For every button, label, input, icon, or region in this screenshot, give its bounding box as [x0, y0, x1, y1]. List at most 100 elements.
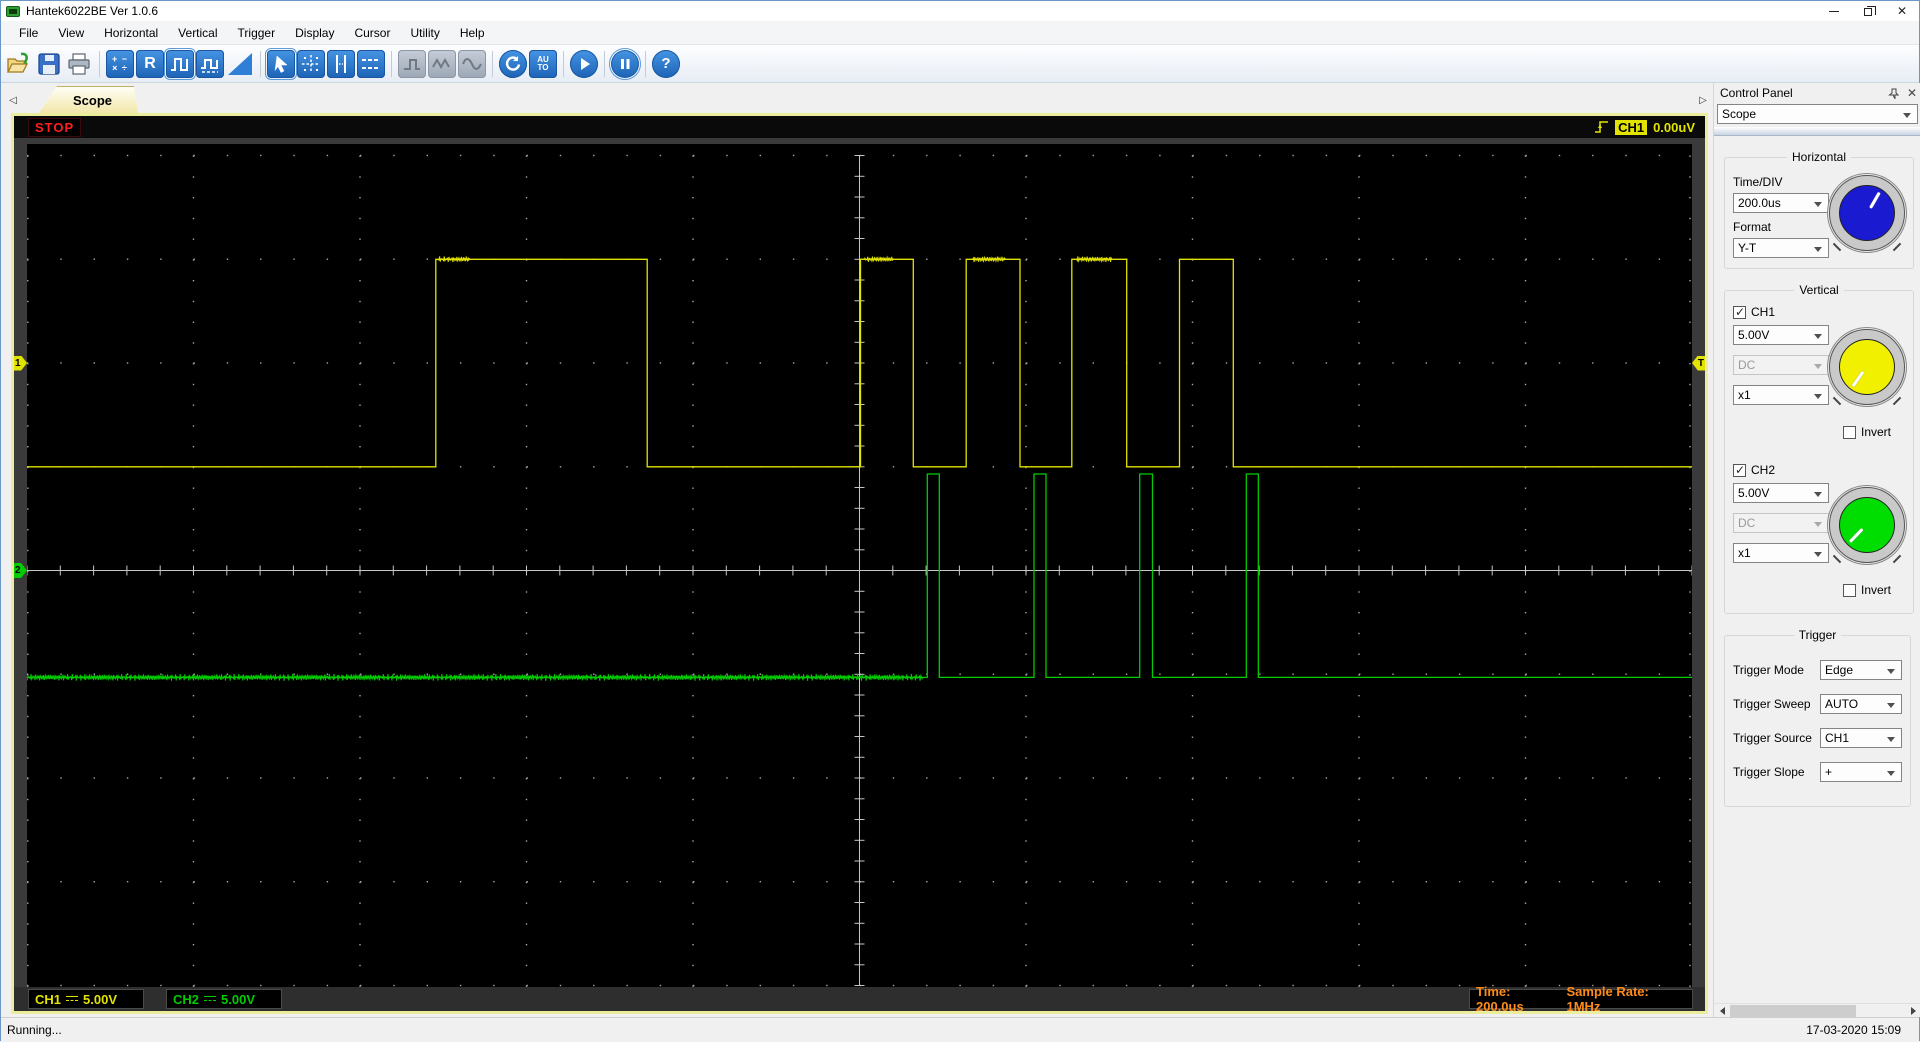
ch2-checkbox-label: CH2 [1751, 463, 1775, 477]
refresh-button[interactable] [499, 50, 527, 78]
time-div-select[interactable]: 200.0us [1733, 193, 1829, 213]
format-select[interactable]: Y-T [1733, 238, 1829, 258]
ch2-volts-select[interactable]: 5.00V [1733, 483, 1829, 503]
cursor-vertical-button[interactable] [327, 50, 355, 78]
waveform-average-button[interactable] [196, 50, 224, 78]
panel-mode-select[interactable]: Scope [1717, 104, 1918, 124]
save-button[interactable] [35, 50, 63, 78]
menu-vertical[interactable]: Vertical [168, 23, 227, 43]
scroll-left-button[interactable] [1714, 1004, 1730, 1018]
persistence-button[interactable] [226, 50, 254, 78]
menu-view[interactable]: View [48, 23, 94, 43]
scope-bottom-bar: CH1 5.00V CH2 5.00V Time: 200.0us [14, 987, 1705, 1011]
ch2-dc-coupling-icon [204, 996, 216, 1003]
panel-close-icon[interactable]: ✕ [1907, 86, 1917, 100]
ch1-zero-marker[interactable]: 1 [14, 356, 27, 371]
trigger-sweep-select[interactable]: AUTO [1820, 694, 1902, 714]
trigger-level-marker[interactable]: T [1692, 356, 1705, 371]
pause-icon [615, 54, 635, 74]
arrow-cursor-icon [270, 53, 292, 75]
sine-wave-icon [461, 53, 483, 75]
toolbar-separator [563, 51, 564, 77]
run-state-indicator: STOP [28, 118, 81, 137]
reference-button[interactable]: R [136, 50, 164, 78]
panel-horizontal-scrollbar [1714, 1003, 1920, 1017]
ch2-enable-checkbox[interactable] [1733, 464, 1746, 477]
tab-scroll-right-button[interactable]: ▷ [1695, 91, 1711, 109]
ch1-probe-select[interactable]: x1 [1733, 385, 1829, 405]
math-button[interactable]: + −× ÷ [106, 50, 134, 78]
ch2-probe-select[interactable]: x1 [1733, 543, 1829, 563]
step-wave-button[interactable] [398, 50, 426, 78]
ch2-readout: CH2 5.00V [166, 989, 282, 1009]
close-button[interactable]: ✕ [1885, 1, 1919, 21]
tab-scroll-left-button[interactable]: ◁ [5, 91, 21, 109]
trigger-mode-select[interactable]: Edge [1820, 660, 1902, 680]
print-button[interactable] [65, 50, 93, 78]
vertical-cursors-icon [330, 53, 352, 75]
start-button[interactable] [570, 50, 598, 78]
ch2-invert-checkbox[interactable] [1843, 584, 1856, 597]
minimize-button[interactable] [1817, 1, 1851, 21]
ch1-readout-label: CH1 [35, 992, 61, 1007]
tab-bar: ◁ Scope ▷ [1, 83, 1713, 113]
trigger-source-label: Trigger Source [1733, 731, 1812, 745]
help-button[interactable]: ? [652, 50, 680, 78]
square-wave-icon [169, 53, 191, 75]
ch1-invert-checkbox[interactable] [1843, 426, 1856, 439]
tab-scope[interactable]: Scope [39, 86, 138, 113]
trigger-level-value: 0.00uV [1653, 120, 1695, 135]
scrollbar-track[interactable] [1730, 1004, 1905, 1018]
restore-button[interactable] [1851, 1, 1885, 21]
trigger-legend: Trigger [1794, 628, 1842, 642]
menu-horizontal[interactable]: Horizontal [94, 23, 168, 43]
waveform-normal-button[interactable] [166, 50, 194, 78]
ch1-readout-value: 5.00V [83, 992, 117, 1007]
ch1-dc-coupling-icon [66, 996, 78, 1003]
pause-button[interactable] [611, 50, 639, 78]
menu-help[interactable]: Help [450, 23, 495, 43]
zigzag-wave-icon [431, 53, 453, 75]
open-folder-icon [6, 52, 32, 76]
reference-icon: R [144, 55, 156, 73]
trigger-slope-select[interactable]: + [1820, 762, 1902, 782]
menu-cursor[interactable]: Cursor [344, 23, 400, 43]
trigger-source-select[interactable]: CH1 [1820, 728, 1902, 748]
sample-rate-value: Sample Rate: 1MHz [1566, 984, 1686, 1014]
trigger-slope-label: Trigger Slope [1733, 765, 1805, 779]
cursor-arrow-button[interactable] [267, 50, 295, 78]
ch1-enable-checkbox[interactable] [1733, 306, 1746, 319]
ch1-checkbox-label: CH1 [1751, 305, 1775, 319]
ch2-position-knob[interactable] [1829, 487, 1905, 563]
open-button[interactable] [5, 50, 33, 78]
ch1-volts-select[interactable]: 5.00V [1733, 325, 1829, 345]
ch2-zero-marker[interactable]: 2 [14, 563, 27, 578]
control-panel-title: Control Panel [1720, 86, 1793, 100]
floppy-disk-icon [37, 52, 61, 76]
toolbar-separator [391, 51, 392, 77]
menu-display[interactable]: Display [285, 23, 344, 43]
step-wave-icon [401, 53, 423, 75]
menu-file[interactable]: File [9, 23, 48, 43]
ch2-coupling-select: DC [1733, 513, 1829, 533]
menu-trigger[interactable]: Trigger [228, 23, 286, 43]
ch1-position-knob[interactable] [1829, 329, 1905, 405]
scroll-right-button[interactable] [1905, 1004, 1920, 1018]
menu-utility[interactable]: Utility [400, 23, 449, 43]
scroll-left-icon [1720, 1007, 1725, 1015]
horizontal-legend: Horizontal [1787, 150, 1851, 164]
scope-widget: STOP CH1 0.00uV [11, 113, 1708, 1014]
cursor-cross-button[interactable] [297, 50, 325, 78]
autoset-button[interactable]: AUTO [529, 50, 557, 78]
status-bar: Running... 17-03-2020 15:09 [1, 1017, 1919, 1042]
zigzag-wave-button[interactable] [428, 50, 456, 78]
ch2-readout-value: 5.00V [221, 992, 255, 1007]
horizontal-position-knob[interactable] [1829, 175, 1905, 251]
timebase-readout: Time: 200.0us Sample Rate: 1MHz [1469, 989, 1693, 1009]
scope-area: STOP CH1 0.00uV [1, 113, 1713, 1017]
pin-icon[interactable] [1888, 88, 1899, 99]
sine-wave-button[interactable] [458, 50, 486, 78]
scrollbar-thumb[interactable] [1730, 1005, 1856, 1017]
cursor-horizontal-button[interactable] [357, 50, 385, 78]
vertical-legend: Vertical [1794, 283, 1843, 297]
